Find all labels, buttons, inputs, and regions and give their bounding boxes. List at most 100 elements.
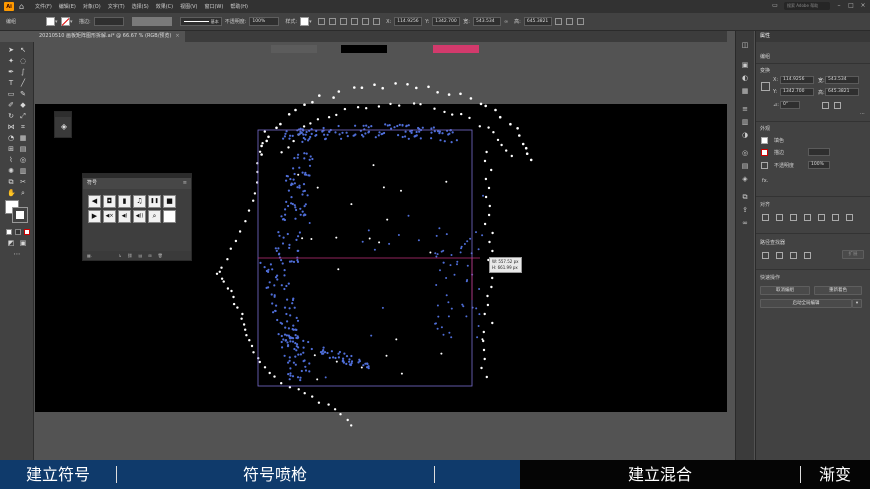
gradient-icon[interactable]: ▥ <box>741 118 749 126</box>
stroke-weight-field[interactable] <box>93 17 124 26</box>
play-icon[interactable]: ▶ <box>88 210 101 223</box>
slice-tool-icon[interactable]: ✂ <box>19 178 27 186</box>
rotate-tool-icon[interactable]: ↻ <box>7 112 15 120</box>
menu-object[interactable]: 对象(O) <box>83 3 101 10</box>
type-tool-icon[interactable]: T <box>7 79 15 87</box>
break-link-icon[interactable]: ⛓ <box>127 253 132 258</box>
opacity-field[interactable]: 100% <box>808 161 830 169</box>
menu-window[interactable]: 窗口(W) <box>204 3 223 10</box>
layers-icon[interactable]: ◈ <box>59 122 69 132</box>
brush-definition-dropdown[interactable]: 基本 <box>179 17 222 26</box>
align-icon[interactable] <box>362 18 370 25</box>
close-icon[interactable]: × <box>860 3 866 9</box>
hand-tool-icon[interactable]: ✋ <box>7 189 16 197</box>
x-field[interactable]: 114.9256 <box>780 76 814 84</box>
menu-type[interactable]: 文字(T) <box>108 3 125 10</box>
reference-point-icon[interactable] <box>761 82 770 91</box>
unite-icon[interactable] <box>762 252 769 259</box>
rotate-field[interactable]: 0° <box>780 101 800 109</box>
zoom-tool-icon[interactable]: ⌕ <box>19 189 27 197</box>
graphic-style-swatch[interactable] <box>300 17 310 26</box>
workspace-icon[interactable]: ▭ <box>772 3 778 9</box>
intersect-icon[interactable] <box>790 252 797 259</box>
transform-icon[interactable] <box>554 18 562 25</box>
menu-file[interactable]: 文件(F) <box>35 3 52 10</box>
stroke-color-swatch[interactable] <box>12 207 28 223</box>
magic-wand-icon[interactable]: ✦ <box>7 57 15 65</box>
flip-horizontal-icon[interactable] <box>822 102 829 109</box>
swatches-icon[interactable]: ▦ <box>741 87 749 95</box>
transparency-icon[interactable]: ◑ <box>741 131 749 139</box>
eraser-icon[interactable]: ◆ <box>19 101 27 109</box>
menu-edit[interactable]: 编辑(E) <box>59 3 76 10</box>
align-left-icon[interactable] <box>762 214 769 221</box>
panel-menu-icon[interactable] <box>576 18 584 25</box>
symbol-sprayer-icon[interactable]: ✺ <box>7 167 15 175</box>
none-mode-icon[interactable] <box>24 229 30 235</box>
more-options-icon[interactable]: ⋯ <box>860 111 865 117</box>
stroke-icon[interactable]: ≡ <box>741 105 749 113</box>
menu-effect[interactable]: 效果(C) <box>156 3 173 10</box>
y-field[interactable]: 1342.700 <box>780 88 814 96</box>
menu-view[interactable]: 视图(V) <box>180 3 197 10</box>
selection-tool-icon[interactable]: ➤ <box>7 46 15 54</box>
width-tool-icon[interactable]: ⋈ <box>7 123 15 131</box>
scale-tool-icon[interactable]: ⤢ <box>19 112 27 120</box>
align-icon[interactable] <box>318 18 326 25</box>
pen-tool-icon[interactable]: ✒ <box>7 68 15 76</box>
symbol-libraries-icon[interactable]: ▦. <box>87 253 92 258</box>
blend-tool-icon[interactable]: ◎ <box>19 156 27 164</box>
menu-help[interactable]: 帮助(H) <box>230 3 248 10</box>
artboards-icon[interactable]: ⧉ <box>741 193 749 201</box>
place-symbol-icon[interactable]: ↳ <box>118 253 121 258</box>
stop-icon[interactable]: ■ <box>163 195 176 208</box>
exclude-icon[interactable] <box>804 252 811 259</box>
links-icon[interactable]: ∞ <box>741 219 749 227</box>
more-tools-icon[interactable]: ⋯ <box>13 250 21 258</box>
help-search-input[interactable]: 搜索 Adobe 帮助 <box>784 2 830 10</box>
shape-builder-icon[interactable]: ◔ <box>7 134 15 142</box>
h-field[interactable]: 645.3821 <box>523 17 552 26</box>
panel-menu-icon[interactable]: ≡ <box>183 178 187 189</box>
direct-selection-tool-icon[interactable]: ↖ <box>19 46 27 54</box>
chevron-down-icon[interactable]: ▾ <box>70 19 76 25</box>
draw-mode-icon[interactable]: ◩ <box>7 239 15 247</box>
link-icon[interactable]: ∞ <box>504 19 508 25</box>
maximize-icon[interactable]: □ <box>848 3 854 9</box>
lasso-icon[interactable]: ◌ <box>19 57 27 65</box>
symbol-options-icon[interactable]: ▤ <box>139 253 143 258</box>
properties-tab[interactable]: 属性 <box>760 31 770 42</box>
panel-grip[interactable] <box>55 112 71 117</box>
gradient-mode-icon[interactable] <box>15 229 21 235</box>
paintbrush-icon[interactable]: ✎ <box>19 90 27 98</box>
screen-mode-icon[interactable]: ▣ <box>19 239 27 247</box>
search-icon[interactable]: ⌕ <box>148 210 161 223</box>
align-middle-icon[interactable] <box>818 214 825 221</box>
ungroup-button[interactable]: 取消编组 <box>760 286 810 295</box>
shaper-tool-icon[interactable]: ✐ <box>7 101 15 109</box>
align-top-icon[interactable] <box>804 214 811 221</box>
libraries-icon[interactable]: ▣ <box>741 61 749 69</box>
asset-export-icon[interactable]: ⇪ <box>741 206 749 214</box>
arrow-left-icon[interactable]: ◀ <box>88 195 101 208</box>
expand-button[interactable]: 扩展 <box>842 250 864 259</box>
graph-tool-icon[interactable]: ▥ <box>19 167 27 175</box>
appearance-icon[interactable]: ◎ <box>741 149 749 157</box>
align-center-icon[interactable] <box>776 214 783 221</box>
mute-icon[interactable]: ◀× <box>103 210 116 223</box>
properties-icon[interactable]: ◫ <box>741 41 749 49</box>
w-field[interactable]: 543.534 <box>472 17 501 26</box>
flip-vertical-icon[interactable] <box>834 102 841 109</box>
eyedropper-icon[interactable]: ⌇ <box>7 156 15 164</box>
stroke-swatch[interactable] <box>61 17 71 26</box>
align-icon[interactable] <box>329 18 337 25</box>
chevron-down-icon[interactable]: ▾ <box>852 299 862 308</box>
curvature-tool-icon[interactable]: ∫ <box>19 68 27 76</box>
minus-front-icon[interactable] <box>776 252 783 259</box>
pause-icon[interactable]: ❚❚ <box>148 195 161 208</box>
x-field[interactable]: 114.9256 <box>394 17 423 26</box>
music-note-icon[interactable]: ♫ <box>133 195 146 208</box>
new-symbol-icon[interactable]: ⊞ <box>148 253 151 258</box>
global-edit-button[interactable]: 启动全局编辑 <box>760 299 852 308</box>
align-to-icon[interactable] <box>846 214 853 221</box>
